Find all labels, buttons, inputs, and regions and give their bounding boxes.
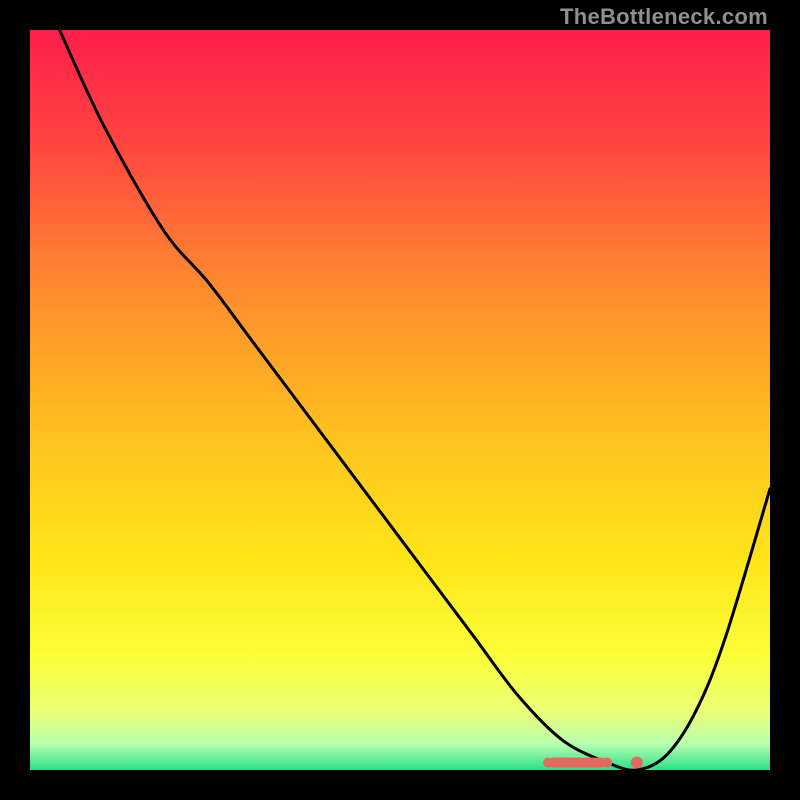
chart-frame <box>30 30 770 770</box>
marker-dot <box>573 758 583 768</box>
watermark-text: TheBottleneck.com <box>560 4 768 30</box>
bottleneck-chart <box>30 30 770 770</box>
chart-background-gradient <box>30 30 770 770</box>
marker-dot <box>558 758 568 768</box>
marker-dot <box>631 757 643 769</box>
marker-dot <box>587 758 597 768</box>
marker-dot <box>602 758 612 768</box>
marker-dot <box>543 758 553 768</box>
